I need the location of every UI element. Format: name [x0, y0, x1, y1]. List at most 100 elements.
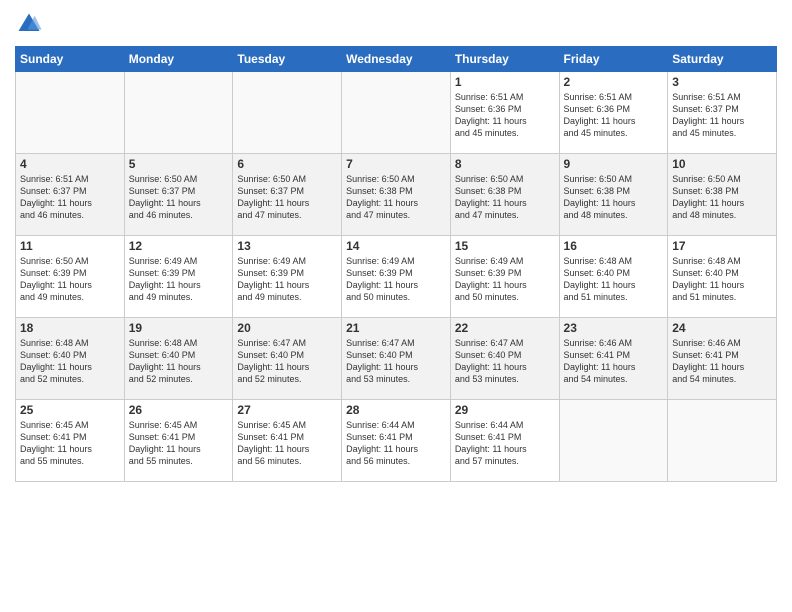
calendar-cell: 7 Sunrise: 6:50 AMSunset: 6:38 PMDaylight… [342, 154, 451, 236]
day-number: 13 [237, 239, 337, 253]
day-number: 8 [455, 157, 555, 171]
day-info: Sunrise: 6:51 AMSunset: 6:36 PMDaylight:… [564, 91, 664, 140]
day-info: Sunrise: 6:49 AMSunset: 6:39 PMDaylight:… [129, 255, 229, 304]
day-number: 16 [564, 239, 664, 253]
calendar-body: 1 Sunrise: 6:51 AMSunset: 6:36 PMDaylight… [16, 72, 777, 482]
day-number: 28 [346, 403, 446, 417]
calendar-cell: 27 Sunrise: 6:45 AMSunset: 6:41 PMDayligh… [233, 400, 342, 482]
calendar-cell [16, 72, 125, 154]
calendar-cell: 12 Sunrise: 6:49 AMSunset: 6:39 PMDayligh… [124, 236, 233, 318]
day-info: Sunrise: 6:45 AMSunset: 6:41 PMDaylight:… [237, 419, 337, 468]
day-number: 14 [346, 239, 446, 253]
day-info: Sunrise: 6:49 AMSunset: 6:39 PMDaylight:… [346, 255, 446, 304]
day-info: Sunrise: 6:50 AMSunset: 6:38 PMDaylight:… [564, 173, 664, 222]
day-number: 12 [129, 239, 229, 253]
calendar-cell: 18 Sunrise: 6:48 AMSunset: 6:40 PMDayligh… [16, 318, 125, 400]
calendar-cell: 19 Sunrise: 6:48 AMSunset: 6:40 PMDayligh… [124, 318, 233, 400]
calendar-cell [668, 400, 777, 482]
day-info: Sunrise: 6:44 AMSunset: 6:41 PMDaylight:… [346, 419, 446, 468]
day-number: 26 [129, 403, 229, 417]
weekday-header: Friday [559, 47, 668, 72]
day-number: 18 [20, 321, 120, 335]
day-info: Sunrise: 6:44 AMSunset: 6:41 PMDaylight:… [455, 419, 555, 468]
day-info: Sunrise: 6:46 AMSunset: 6:41 PMDaylight:… [564, 337, 664, 386]
day-info: Sunrise: 6:48 AMSunset: 6:40 PMDaylight:… [20, 337, 120, 386]
day-info: Sunrise: 6:50 AMSunset: 6:37 PMDaylight:… [129, 173, 229, 222]
logo-icon [15, 10, 43, 38]
calendar-week-row: 18 Sunrise: 6:48 AMSunset: 6:40 PMDayligh… [16, 318, 777, 400]
calendar-cell [124, 72, 233, 154]
calendar-cell [342, 72, 451, 154]
weekday-header: Monday [124, 47, 233, 72]
day-info: Sunrise: 6:49 AMSunset: 6:39 PMDaylight:… [237, 255, 337, 304]
day-info: Sunrise: 6:48 AMSunset: 6:40 PMDaylight:… [564, 255, 664, 304]
day-number: 19 [129, 321, 229, 335]
calendar-cell: 1 Sunrise: 6:51 AMSunset: 6:36 PMDaylight… [450, 72, 559, 154]
day-info: Sunrise: 6:50 AMSunset: 6:37 PMDaylight:… [237, 173, 337, 222]
calendar-cell: 5 Sunrise: 6:50 AMSunset: 6:37 PMDaylight… [124, 154, 233, 236]
calendar-cell: 25 Sunrise: 6:45 AMSunset: 6:41 PMDayligh… [16, 400, 125, 482]
calendar-cell: 15Sunrise: 6:49 AMSunset: 6:39 PMDayligh… [450, 236, 559, 318]
day-info: Sunrise: 6:50 AMSunset: 6:38 PMDaylight:… [455, 173, 555, 222]
calendar-cell: 23 Sunrise: 6:46 AMSunset: 6:41 PMDayligh… [559, 318, 668, 400]
weekday-header: Saturday [668, 47, 777, 72]
day-number: 10 [672, 157, 772, 171]
calendar-cell: 26 Sunrise: 6:45 AMSunset: 6:41 PMDayligh… [124, 400, 233, 482]
day-info: Sunrise: 6:47 AMSunset: 6:40 PMDaylight:… [455, 337, 555, 386]
calendar-cell: 16 Sunrise: 6:48 AMSunset: 6:40 PMDayligh… [559, 236, 668, 318]
logo [15, 10, 47, 38]
day-info: Sunrise: 6:47 AMSunset: 6:40 PMDaylight:… [237, 337, 337, 386]
day-info: Sunrise: 6:51 AMSunset: 6:37 PMDaylight:… [672, 91, 772, 140]
day-info: Sunrise: 6:51 AMSunset: 6:37 PMDaylight:… [20, 173, 120, 222]
day-info: Sunrise: 6:49 AMSunset: 6:39 PMDaylight:… [455, 255, 555, 304]
calendar-cell: 2 Sunrise: 6:51 AMSunset: 6:36 PMDaylight… [559, 72, 668, 154]
calendar-cell: 20 Sunrise: 6:47 AMSunset: 6:40 PMDayligh… [233, 318, 342, 400]
calendar-cell: 10 Sunrise: 6:50 AMSunset: 6:38 PMDayligh… [668, 154, 777, 236]
calendar-cell [233, 72, 342, 154]
day-number: 2 [564, 75, 664, 89]
calendar-cell: 4 Sunrise: 6:51 AMSunset: 6:37 PMDaylight… [16, 154, 125, 236]
day-info: Sunrise: 6:45 AMSunset: 6:41 PMDaylight:… [129, 419, 229, 468]
day-info: Sunrise: 6:50 AMSunset: 6:39 PMDaylight:… [20, 255, 120, 304]
calendar-cell: 11Sunrise: 6:50 AMSunset: 6:39 PMDayligh… [16, 236, 125, 318]
day-info: Sunrise: 6:51 AMSunset: 6:36 PMDaylight:… [455, 91, 555, 140]
day-info: Sunrise: 6:46 AMSunset: 6:41 PMDaylight:… [672, 337, 772, 386]
weekday-header: Sunday [16, 47, 125, 72]
day-number: 6 [237, 157, 337, 171]
calendar-cell: 3Sunrise: 6:51 AMSunset: 6:37 PMDaylight… [668, 72, 777, 154]
day-info: Sunrise: 6:48 AMSunset: 6:40 PMDaylight:… [129, 337, 229, 386]
day-number: 23 [564, 321, 664, 335]
calendar-cell: 28 Sunrise: 6:44 AMSunset: 6:41 PMDayligh… [342, 400, 451, 482]
calendar-cell: 22 Sunrise: 6:47 AMSunset: 6:40 PMDayligh… [450, 318, 559, 400]
calendar-cell [559, 400, 668, 482]
day-number: 29 [455, 403, 555, 417]
day-number: 24 [672, 321, 772, 335]
day-number: 9 [564, 157, 664, 171]
day-number: 1 [455, 75, 555, 89]
calendar-cell: 24 Sunrise: 6:46 AMSunset: 6:41 PMDayligh… [668, 318, 777, 400]
weekday-header: Thursday [450, 47, 559, 72]
weekday-header: Tuesday [233, 47, 342, 72]
calendar-cell: 21 Sunrise: 6:47 AMSunset: 6:40 PMDayligh… [342, 318, 451, 400]
page: SundayMondayTuesdayWednesdayThursdayFrid… [0, 0, 792, 612]
calendar-cell: 17 Sunrise: 6:48 AMSunset: 6:40 PMDayligh… [668, 236, 777, 318]
day-number: 20 [237, 321, 337, 335]
day-info: Sunrise: 6:48 AMSunset: 6:40 PMDaylight:… [672, 255, 772, 304]
calendar: SundayMondayTuesdayWednesdayThursdayFrid… [15, 46, 777, 482]
day-number: 4 [20, 157, 120, 171]
day-number: 7 [346, 157, 446, 171]
day-number: 25 [20, 403, 120, 417]
day-number: 17 [672, 239, 772, 253]
day-number: 5 [129, 157, 229, 171]
day-info: Sunrise: 6:50 AMSunset: 6:38 PMDaylight:… [672, 173, 772, 222]
header [15, 10, 777, 38]
day-number: 21 [346, 321, 446, 335]
day-info: Sunrise: 6:45 AMSunset: 6:41 PMDaylight:… [20, 419, 120, 468]
calendar-header: SundayMondayTuesdayWednesdayThursdayFrid… [16, 47, 777, 72]
day-number: 27 [237, 403, 337, 417]
day-info: Sunrise: 6:47 AMSunset: 6:40 PMDaylight:… [346, 337, 446, 386]
day-number: 22 [455, 321, 555, 335]
day-info: Sunrise: 6:50 AMSunset: 6:38 PMDaylight:… [346, 173, 446, 222]
weekday-row: SundayMondayTuesdayWednesdayThursdayFrid… [16, 47, 777, 72]
calendar-week-row: 1 Sunrise: 6:51 AMSunset: 6:36 PMDaylight… [16, 72, 777, 154]
